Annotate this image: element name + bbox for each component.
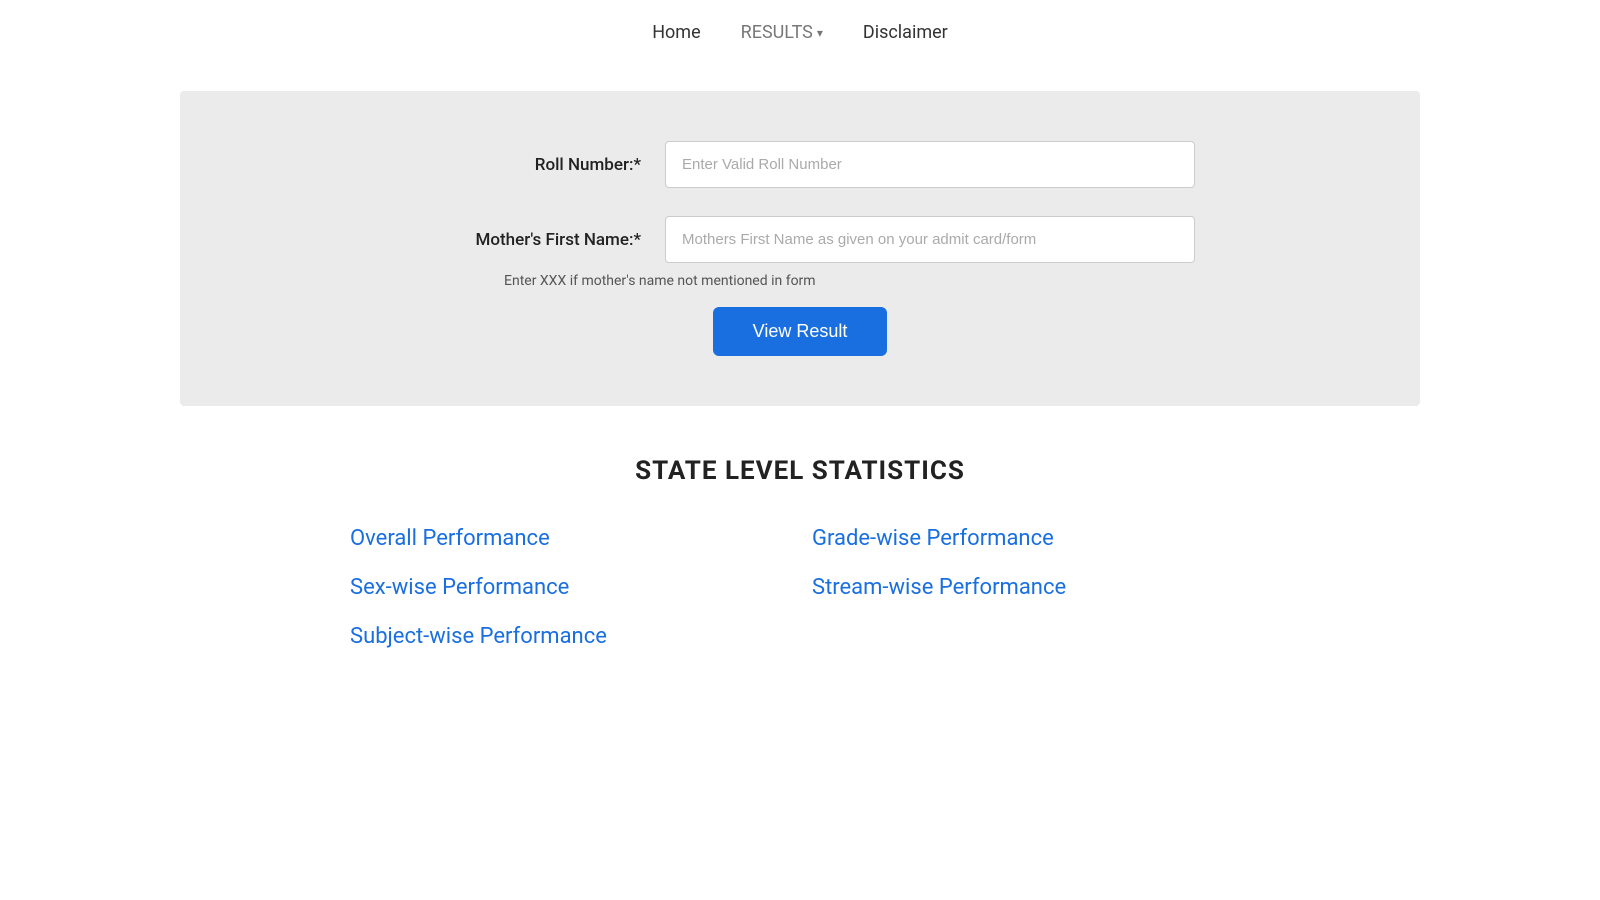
roll-number-label: Roll Number:*: [405, 155, 665, 175]
stats-right-column: Grade-wise Performance Stream-wise Perfo…: [812, 526, 1250, 649]
chevron-down-icon: ▾: [817, 26, 823, 40]
grade-wise-performance-link[interactable]: Grade-wise Performance: [812, 526, 1250, 551]
stats-left-column: Overall Performance Sex-wise Performance…: [350, 526, 788, 649]
navigation: Home RESULTS ▾ Disclaimer: [0, 0, 1600, 61]
sex-wise-performance-link[interactable]: Sex-wise Performance: [350, 575, 788, 600]
stream-wise-performance-link[interactable]: Stream-wise Performance: [812, 575, 1250, 600]
mothers-name-hint: Enter XXX if mother's name not mentioned…: [504, 273, 1380, 289]
roll-number-row: Roll Number:*: [220, 141, 1380, 188]
submit-row: View Result: [220, 307, 1380, 356]
subject-wise-performance-link[interactable]: Subject-wise Performance: [350, 624, 788, 649]
mothers-name-input[interactable]: [665, 216, 1195, 263]
stats-title: STATE LEVEL STATISTICS: [180, 456, 1420, 486]
nav-disclaimer[interactable]: Disclaimer: [863, 22, 948, 43]
mothers-name-label: Mother's First Name:*: [405, 230, 665, 250]
roll-number-input[interactable]: [665, 141, 1195, 188]
mothers-name-row: Mother's First Name:*: [220, 216, 1380, 263]
statistics-section: STATE LEVEL STATISTICS Overall Performan…: [0, 456, 1600, 649]
view-result-button[interactable]: View Result: [713, 307, 888, 356]
nav-home[interactable]: Home: [652, 22, 700, 43]
overall-performance-link[interactable]: Overall Performance: [350, 526, 788, 551]
stats-links-grid: Overall Performance Sex-wise Performance…: [350, 526, 1250, 649]
result-form-container: Roll Number:* Mother's First Name:* Ente…: [180, 91, 1420, 406]
nav-results[interactable]: RESULTS ▾: [741, 22, 823, 43]
